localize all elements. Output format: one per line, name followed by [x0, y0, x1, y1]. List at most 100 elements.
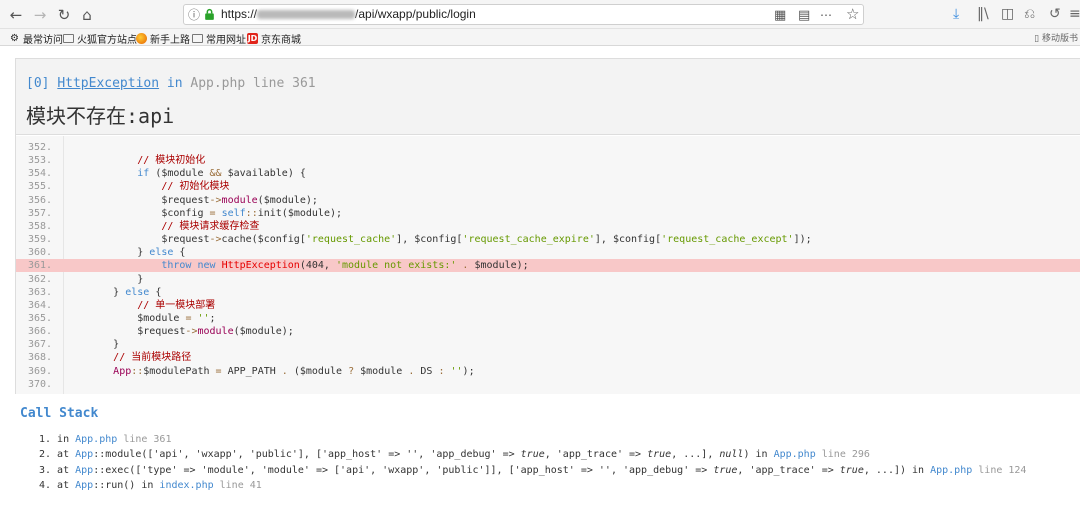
bookmarks-bar: ⚙ 最常访问 火狐官方站点 新手上路 常用网址 JD 京东商城 ▯ 移动版书	[0, 29, 1080, 46]
screenshot-icon[interactable]: ⎌	[1024, 5, 1035, 23]
menu-icon[interactable]: ≡	[1069, 5, 1080, 23]
line-number: 362.	[28, 273, 53, 285]
code-line: 352.	[16, 141, 1080, 154]
call-stack-title: Call Stack	[20, 406, 99, 421]
code-line: 354. if ($module && $available) {	[16, 167, 1080, 180]
lock-icon	[205, 8, 214, 20]
code-line: 368. // 当前模块路径	[16, 351, 1080, 364]
line-number: 357.	[28, 207, 53, 219]
code-line: 357. $config = self::init($module);	[16, 207, 1080, 220]
mobile-bookmarks-label: 移动版书	[1041, 34, 1078, 44]
exception-file: App.php	[190, 76, 246, 91]
code-line: 362. }	[16, 273, 1080, 286]
line-number: 365.	[28, 312, 53, 324]
line-source: $request->module($module);	[161, 194, 318, 206]
url-text[interactable]: https:///api/wxapp/public/login	[221, 7, 476, 21]
sidebar-icon[interactable]: ◫	[1001, 5, 1014, 23]
bookmark-getting-started[interactable]: 新手上路	[136, 31, 190, 46]
line-source: $config = self::init($module);	[161, 207, 343, 219]
exception-header: [0] HttpException in App.php line 361 模块…	[16, 59, 1080, 135]
line-number: 370.	[28, 378, 53, 390]
line-source: $request->module($module);	[137, 326, 294, 338]
line-number: 355.	[28, 181, 53, 193]
exception-line-word: line	[253, 76, 285, 91]
call-stack-entry: 4. at App::run() in index.php line 41	[39, 479, 262, 491]
code-line: 356. $request->module($module);	[16, 194, 1080, 207]
line-number: 361.	[28, 260, 53, 272]
line-source: // 模块初始化	[137, 155, 206, 167]
exception-in: in	[166, 76, 183, 91]
exception-message: 模块不存在:api	[26, 104, 175, 128]
forward-icon[interactable]: →	[30, 5, 50, 25]
code-line: 363. } else {	[16, 286, 1080, 299]
firefox-icon	[136, 33, 147, 44]
line-number: 368.	[28, 352, 53, 364]
line-source: $module = '';	[137, 312, 216, 324]
gear-icon: ⚙	[10, 33, 19, 44]
line-source: if ($module && $available) {	[137, 168, 306, 180]
line-source: throw new HttpException(404, 'module not…	[161, 260, 529, 272]
bookmark-firefox-official[interactable]: 火狐官方站点	[63, 31, 137, 46]
bookmark-common-sites[interactable]: 常用网址	[192, 31, 246, 46]
line-source: }	[65, 273, 144, 285]
line-number: 363.	[28, 286, 53, 298]
line-source: } else {	[65, 286, 162, 298]
bookmark-most-visited[interactable]: ⚙ 最常访问	[9, 31, 63, 46]
bookmark-star-icon[interactable]: ☆	[846, 5, 859, 23]
line-number: 352.	[28, 142, 53, 153]
exception-panel: [0] HttpException in App.php line 361 模块…	[15, 58, 1080, 394]
line-number: 367.	[28, 339, 53, 351]
line-number: 359.	[28, 234, 53, 246]
code-line: 355. // 初始化模块	[16, 180, 1080, 193]
jd-logo-icon: JD	[247, 33, 258, 44]
line-number: 366.	[28, 326, 53, 338]
library-icon[interactable]: ‖\	[977, 5, 989, 23]
folder-icon	[63, 34, 74, 43]
call-stack-entry: 2. at App::module(['api', 'wxapp', 'publ…	[39, 449, 870, 461]
code-line: 360. } else {	[16, 246, 1080, 259]
line-source: App::$modulePath = APP_PATH . ($module ?…	[113, 365, 475, 377]
url-bar[interactable]: ⓘ https:///api/wxapp/public/login ▦ ▤ ⋯ …	[183, 4, 864, 25]
code-line: 358. // 模块请求缓存检查	[16, 220, 1080, 233]
line-number: 364.	[28, 299, 53, 311]
code-line: 369. App::$modulePath = APP_PATH . ($mod…	[16, 365, 1080, 378]
code-line: 370.	[16, 378, 1080, 391]
line-source: // 单一模块部署	[137, 299, 216, 311]
extension-icon[interactable]: ↺	[1049, 5, 1061, 23]
code-line: 353. // 模块初始化	[16, 154, 1080, 167]
code-line: 367. }	[16, 338, 1080, 351]
bookmark-label: 最常访问	[23, 35, 63, 46]
line-number: 358.	[28, 220, 53, 232]
reader-view-icon[interactable]: ▤	[798, 8, 810, 23]
folder-icon	[192, 34, 203, 43]
code-line-highlighted: 361. throw new HttpException(404, 'modul…	[16, 259, 1080, 273]
line-source: } else {	[65, 247, 186, 259]
bookmark-label: 火狐官方站点	[77, 35, 137, 46]
bookmark-label: 新手上路	[150, 35, 190, 46]
mobile-bookmarks[interactable]: ▯ 移动版书	[1034, 31, 1078, 44]
code-line: 366. $request->module($module);	[16, 325, 1080, 338]
back-icon[interactable]: ←	[6, 5, 26, 25]
source-code-block: 352. 353. // 模块初始化 354. if ($module && $av…	[16, 136, 1080, 394]
home-icon[interactable]: ⌂	[77, 5, 97, 25]
code-line: 365. $module = '';	[16, 312, 1080, 325]
call-stack-entry: 3. at App::exec(['type' => 'module', 'mo…	[39, 464, 1027, 476]
line-source: // 当前模块路径	[113, 352, 192, 364]
code-line: 359. $request->cache($config['request_ca…	[16, 233, 1080, 246]
exception-line-number: 361	[292, 76, 316, 91]
line-source: // 模块请求缓存检查	[161, 220, 260, 232]
download-icon[interactable]: ⤓	[953, 5, 959, 23]
browser-toolbar: ← → ↻ ⌂ ⓘ https:///api/wxapp/public/logi…	[0, 0, 1080, 29]
redacted-domain	[257, 10, 356, 20]
bookmark-label: 京东商城	[261, 35, 301, 46]
info-icon[interactable]: ⓘ	[188, 6, 200, 23]
bookmark-jd[interactable]: JD 京东商城	[247, 31, 301, 46]
line-source: $request->cache($config['request_cache']…	[161, 234, 812, 246]
qr-code-icon[interactable]: ▦	[774, 8, 786, 23]
code-line: 364. // 单一模块部署	[16, 299, 1080, 312]
page-actions-icon[interactable]: ⋯	[820, 8, 832, 22]
exception-class-link[interactable]: HttpException	[57, 76, 159, 91]
reload-icon[interactable]: ↻	[54, 5, 74, 25]
line-number: 360.	[28, 247, 53, 259]
line-number: 354.	[28, 168, 53, 180]
